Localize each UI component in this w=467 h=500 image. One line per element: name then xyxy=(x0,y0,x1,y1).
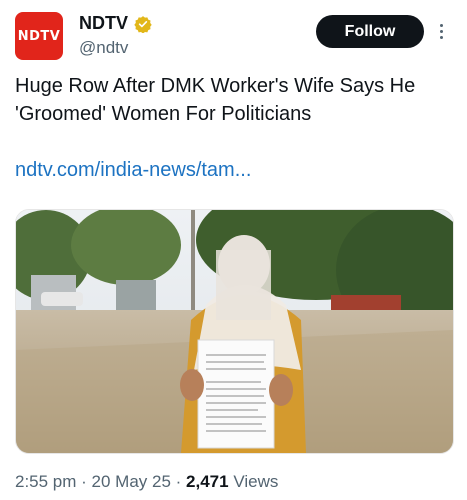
logo-text: NDTV xyxy=(17,28,61,44)
verified-badge-icon xyxy=(134,15,152,33)
avatar[interactable]: NDTV xyxy=(15,12,63,60)
meta-separator: · xyxy=(170,472,187,491)
meta-separator: · xyxy=(76,472,92,491)
tweet-text: Huge Row After DMK Worker's Wife Says He… xyxy=(15,75,416,125)
more-vertical-icon[interactable] xyxy=(438,24,444,42)
account-handle[interactable]: @ndtv xyxy=(79,38,128,58)
tweet-link[interactable]: ndtv.com/india-news/tam... xyxy=(15,159,251,182)
tweet-date[interactable]: 20 May 25 xyxy=(92,472,171,491)
views-label: Views xyxy=(228,472,279,491)
media-image xyxy=(16,210,453,453)
follow-button[interactable]: Follow xyxy=(316,15,424,48)
tweet-meta: 2:55 pm · 20 May 25 · 2,471 Views xyxy=(15,472,278,492)
name-line: NDTV xyxy=(79,13,152,34)
account-name[interactable]: NDTV xyxy=(79,13,128,34)
views-count: 2,471 xyxy=(186,472,229,491)
tweet-time[interactable]: 2:55 pm xyxy=(15,472,76,491)
tweet-media[interactable] xyxy=(15,209,454,454)
tweet-header: NDTV NDTV @ndtv Follow xyxy=(0,0,467,72)
